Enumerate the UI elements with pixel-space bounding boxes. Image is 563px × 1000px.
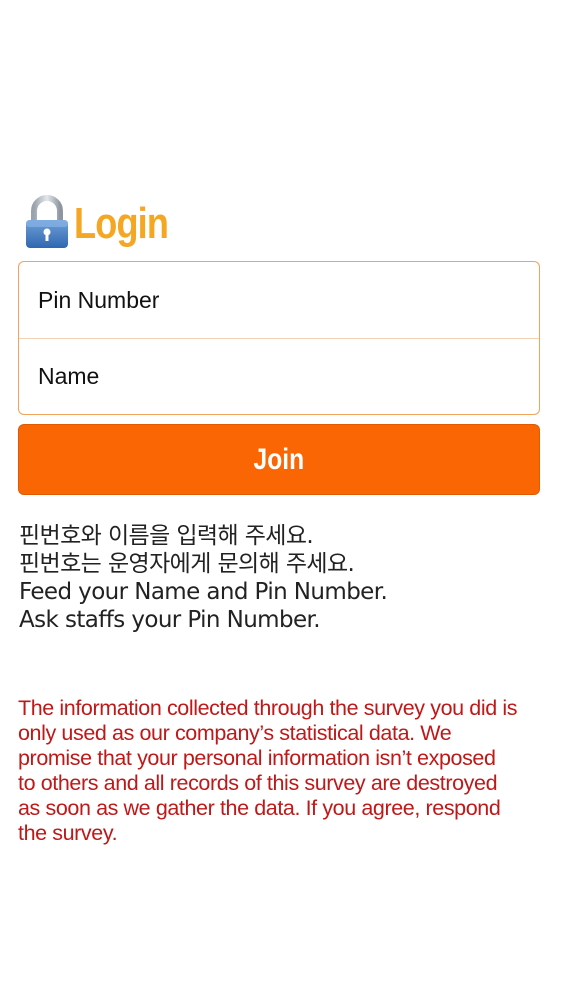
instruction-line-english-2: Ask staffs your Pin Number. [19, 607, 321, 633]
instruction-line-korean-2: 핀번호는 운영자에게 문의해 주세요. [19, 551, 355, 577]
lock-icon [26, 195, 68, 248]
instruction-line-korean-1: 핀번호와 이름을 입력해 주세요. [19, 523, 314, 549]
login-header: Login [24, 190, 189, 254]
login-form [18, 261, 540, 415]
pin-number-field[interactable] [19, 262, 539, 338]
name-field[interactable] [19, 338, 539, 414]
join-button[interactable]: Join [18, 424, 540, 495]
login-title: Login [74, 199, 169, 248]
join-button-label: Join [253, 442, 305, 476]
instruction-line-english-1: Feed your Name and Pin Number. [19, 579, 388, 605]
instructions: 핀번호와 이름을 입력해 주세요. 핀번호는 운영자에게 문의해 주세요. Fe… [19, 522, 549, 634]
pin-number-input[interactable] [38, 286, 539, 314]
privacy-notice: The information collected through the su… [18, 696, 518, 845]
name-input[interactable] [38, 363, 539, 390]
